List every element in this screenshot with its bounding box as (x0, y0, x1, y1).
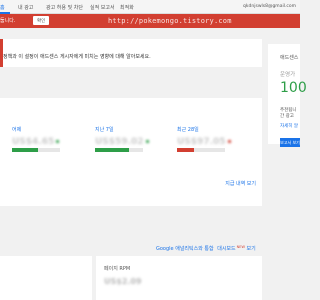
status-label: 운영가 (280, 72, 296, 78)
metric-label: 최근 28일 (177, 127, 199, 133)
status-value: 100 (280, 80, 307, 96)
view-payment-history-link[interactable]: 지급 내역 보기 (225, 180, 256, 187)
metric-label: 지난 7일 (95, 127, 114, 133)
left-stats-card (0, 256, 92, 300)
metric-yesterday[interactable]: 어제 US$4.65 (12, 126, 60, 152)
view-report-button[interactable]: 보고서 보기 (280, 138, 300, 147)
page-rpm-card: 페이지 RPM US$2.09 (96, 256, 262, 300)
page-rpm-value: US$2.09 (104, 277, 142, 286)
adsense-sidebar: 애드센스 운영가 100 추천됩니 간 광고 자세히 알 보고서 보기 (268, 44, 307, 147)
confirm-button[interactable]: 확인 (33, 16, 50, 25)
learn-more-link[interactable]: 자세히 알 (280, 123, 298, 129)
tab-home[interactable]: 홈 (0, 4, 5, 11)
trend-up-icon (145, 140, 149, 143)
sidebar-title: 애드센스 (280, 55, 299, 61)
top-navigation: 홈 내 광고 광고 허용 및 차단 실적 보고서 최적화 qkdnjswls8@… (0, 0, 300, 14)
tab-allow-block-ads[interactable]: 광고 허용 및 차단 (46, 4, 83, 11)
metric-trend-fill (12, 148, 39, 152)
dashboard-link[interactable]: 대시보드 (217, 246, 235, 252)
analytics-integration-link[interactable]: Google 애널리틱스와 통합 (156, 246, 214, 252)
analytics-links: Google 애널리틱스와 통합 대시보드NEW 보기 (156, 245, 256, 252)
new-badge: NEW (236, 245, 245, 249)
tab-performance-reports[interactable]: 실적 보고서 (90, 4, 115, 11)
metric-trend-fill (177, 148, 194, 152)
metric-value: US$4.65 (12, 137, 55, 147)
policy-notice-text[interactable]: 정책과 이 설정이 애드센스 게시자에게 미치는 영향에 대해 알아보세요. (3, 53, 151, 60)
tab-my-ads[interactable]: 내 광고 (18, 4, 33, 11)
tab-optimization[interactable]: 최적화 (120, 4, 134, 11)
estimated-earnings-card: 어제 US$4.65 지난 7일 US$59.02 최근 28일 US$97.0… (0, 98, 262, 206)
metric-trend-bar (95, 148, 143, 152)
sidebar-description-line: 간 광고 (280, 114, 294, 119)
trend-down-icon (227, 140, 231, 143)
metric-last-28-days[interactable]: 최근 28일 US$97.05 (177, 126, 231, 152)
metric-label: 어제 (12, 127, 22, 133)
metric-value: US$97.05 (177, 137, 226, 147)
watermark-url: http://pokemongo.tistory.com (108, 17, 232, 25)
view-link[interactable]: 보기 (247, 246, 256, 252)
trend-up-icon (56, 140, 60, 143)
metric-last-7-days[interactable]: 지난 7일 US$59.02 (95, 126, 149, 152)
account-email[interactable]: qkdnjswls8@gmail.com (243, 4, 296, 9)
policy-notice: 정책과 이 설정이 애드센스 게시자에게 미치는 영향에 대해 알아보세요. (0, 39, 262, 67)
alert-banner-text: 둡니다. (0, 18, 16, 24)
sidebar-description: 추천됩니 간 광고 (280, 108, 320, 120)
metric-trend-bar (177, 148, 225, 152)
metric-value: US$59.02 (95, 137, 144, 147)
metric-trend-bar (12, 148, 60, 152)
page-rpm-label: 페이지 RPM (104, 266, 131, 272)
metric-trend-fill (95, 148, 129, 152)
